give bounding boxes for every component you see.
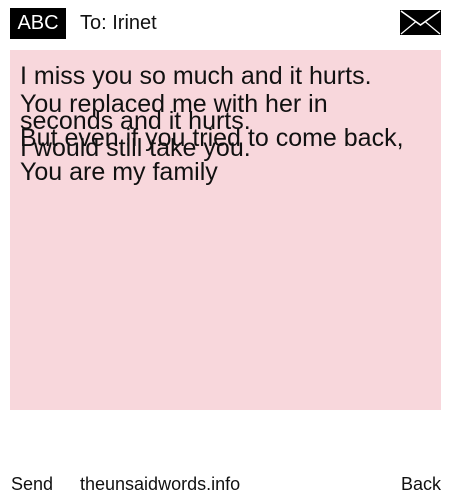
- message-line: You are my family: [20, 158, 218, 186]
- message-line: I miss you so much and it hurts.: [20, 62, 372, 90]
- message-body[interactable]: I miss you so much and it hurts. You rep…: [10, 50, 441, 410]
- recipient-label: To: Irinet: [80, 12, 157, 34]
- softkey-bar: Send theunsaidwords.info Back: [0, 470, 450, 500]
- envelope-icon: [400, 10, 441, 35]
- back-button[interactable]: Back: [401, 473, 441, 495]
- site-label: theunsaidwords.info: [80, 474, 241, 494]
- message-screen: ABC To: Irinet I miss you so much and it…: [0, 0, 450, 500]
- header: ABC To: Irinet: [0, 0, 450, 46]
- text-mode-badge[interactable]: ABC: [10, 8, 66, 39]
- send-button[interactable]: Send: [11, 473, 53, 495]
